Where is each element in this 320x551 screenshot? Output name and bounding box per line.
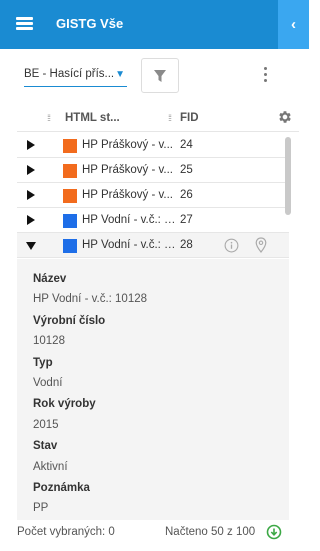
symbol-swatch <box>63 214 77 228</box>
row-name: HP Práškový - v... <box>82 189 173 201</box>
table-row[interactable]: HP Vodní - v.č.: 1... 27 <box>17 208 289 233</box>
expand-row-icon[interactable] <box>27 165 35 175</box>
row-fid: 26 <box>180 189 193 201</box>
collapse-panel-button[interactable]: ‹ <box>278 0 309 49</box>
gear-icon[interactable] <box>277 109 293 125</box>
app-title: GISTG Vše <box>56 16 124 31</box>
row-name: HP Práškový - v... <box>82 139 173 151</box>
app-header: GISTG Vše ‹ <box>0 0 309 49</box>
table-row-expanded[interactable]: HP Vodní - v.č.: 1... 28 <box>17 233 289 258</box>
expand-row-icon[interactable] <box>27 190 35 200</box>
chevron-left-icon: ‹ <box>291 16 296 33</box>
field-label: Typ <box>33 357 53 369</box>
field-label: Název <box>33 273 67 285</box>
table-row[interactable]: HP Práškový - v... 24 <box>17 133 289 158</box>
field-label: Rok výroby <box>33 398 96 410</box>
drag-handle-icon[interactable]: ⁞⁞ <box>47 113 51 123</box>
filter-button[interactable] <box>141 58 179 93</box>
collapse-row-icon[interactable] <box>26 242 36 250</box>
row-fid: 27 <box>180 214 193 226</box>
field-value: Vodní <box>33 377 63 389</box>
symbol-swatch <box>63 139 77 153</box>
row-name: HP Vodní - v.č.: 1... <box>82 214 176 226</box>
loaded-count: Načteno 50 z 100 <box>165 526 256 538</box>
row-name: HP Vodní - v.č.: 1... <box>82 239 176 251</box>
table-row[interactable]: HP Práškový - v... 25 <box>17 158 289 183</box>
symbol-swatch <box>63 239 77 253</box>
hamburger-icon[interactable] <box>16 16 33 30</box>
row-fid: 28 <box>180 239 193 251</box>
table-scrollbar[interactable] <box>285 137 291 215</box>
drag-handle-icon[interactable]: ⁞⁞ <box>168 113 172 123</box>
field-value: PP <box>33 502 49 514</box>
field-value: 2015 <box>33 419 59 431</box>
feature-detail-panel: Název HP Vodní - v.č.: 10128 Výrobní čís… <box>17 259 289 520</box>
symbol-swatch <box>63 189 77 203</box>
filter-icon <box>154 69 166 82</box>
field-value: HP Vodní - v.č.: 10128 <box>33 293 148 305</box>
field-label: Poznámka <box>33 482 90 494</box>
info-icon[interactable] <box>224 238 239 253</box>
table-header: ⁞⁞ HTML st... ⁞⁞ FID <box>17 104 299 132</box>
field-value: 10128 <box>33 335 65 347</box>
row-name: HP Práškový - v... <box>82 164 173 176</box>
column-header-fid[interactable]: FID <box>180 112 199 124</box>
status-footer: Počet vybraných: 0 Načteno 50 z 100 <box>0 520 309 551</box>
field-label: Výrobní číslo <box>33 315 106 327</box>
toolbar: BE - Hasící přís... ▼ <box>0 49 309 101</box>
more-vert-icon[interactable] <box>259 64 273 86</box>
expand-row-icon[interactable] <box>27 215 35 225</box>
layer-select[interactable]: BE - Hasící přís... ▼ <box>24 67 127 87</box>
row-fid: 24 <box>180 139 193 151</box>
load-more-icon[interactable] <box>266 524 282 540</box>
field-label: Stav <box>33 440 58 452</box>
table-row[interactable]: HP Práškový - v... 26 <box>17 183 289 208</box>
selected-count: Počet vybraných: 0 <box>17 526 115 538</box>
column-header-html[interactable]: HTML st... <box>65 112 120 124</box>
attribute-table: ⁞⁞ HTML st... ⁞⁞ FID HP Práškový - v... … <box>17 104 299 520</box>
row-fid: 25 <box>180 164 193 176</box>
map-pin-icon[interactable] <box>255 237 267 253</box>
field-value: Aktivní <box>33 461 68 473</box>
chevron-down-icon: ▼ <box>115 69 125 80</box>
layer-select-value: BE - Hasící přís... <box>24 68 115 80</box>
expand-row-icon[interactable] <box>27 140 35 150</box>
symbol-swatch <box>63 164 77 178</box>
